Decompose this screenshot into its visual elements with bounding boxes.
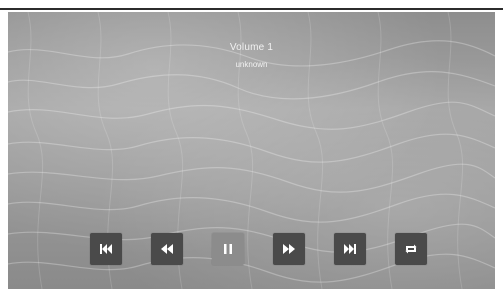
track-title: Volume 1	[229, 42, 274, 53]
rewind-icon	[161, 244, 173, 254]
skip-next-icon	[344, 244, 356, 254]
fast-forward-icon	[283, 244, 295, 254]
player-view: Volume 1 unknown	[8, 12, 495, 289]
repeat-icon	[405, 244, 417, 254]
skip-previous-button[interactable]	[90, 233, 122, 265]
top-divider	[0, 8, 503, 10]
repeat-button[interactable]	[395, 233, 427, 265]
skip-next-button[interactable]	[334, 233, 366, 265]
pause-icon	[224, 244, 232, 254]
fast-forward-button[interactable]	[273, 233, 305, 265]
track-artist: unknown	[235, 60, 268, 69]
skip-previous-icon	[100, 244, 112, 254]
rewind-button[interactable]	[151, 233, 183, 265]
pause-button[interactable]	[212, 233, 244, 265]
playback-controls	[8, 233, 495, 265]
